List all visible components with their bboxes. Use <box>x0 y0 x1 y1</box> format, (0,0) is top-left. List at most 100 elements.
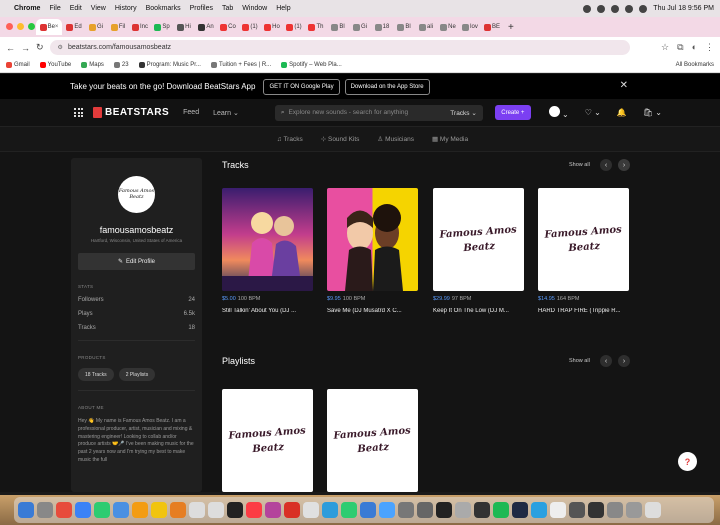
user-avatar[interactable]: ⌄ <box>548 106 569 119</box>
browser-tab[interactable]: Be × <box>36 19 62 35</box>
close-tab-icon[interactable]: × <box>55 24 59 30</box>
playlist-card[interactable]: Famous Amos Beatz <box>222 389 313 492</box>
profile-icon[interactable]: ◐ <box>692 42 697 53</box>
product-pill-tracks[interactable]: 18 Tracks <box>78 368 114 381</box>
dock-app-icon[interactable] <box>569 502 585 518</box>
playlist-card[interactable]: Famous Amos Beatz <box>327 389 418 492</box>
nav-learn[interactable]: Learn ⌄ <box>213 109 239 117</box>
track-cover-art[interactable] <box>327 188 418 291</box>
subnav-tracks[interactable]: ♫ Tracks <box>277 136 303 143</box>
product-pill-playlists[interactable]: 2 Playlists <box>118 368 156 381</box>
search-input[interactable]: ⌕ Explore new sounds - search for anythi… <box>274 104 483 121</box>
menu-bookmarks[interactable]: Bookmarks <box>146 5 181 12</box>
apps-grid-icon[interactable] <box>74 108 83 117</box>
back-icon[interactable]: ← <box>6 43 15 53</box>
dock-app-icon[interactable] <box>284 502 300 518</box>
google-play-badge[interactable]: GET IT ON Google Play <box>263 78 340 95</box>
dock-app-icon[interactable] <box>208 502 224 518</box>
status-menu-icon[interactable] <box>597 4 606 13</box>
nav-feed[interactable]: Feed <box>183 109 199 116</box>
browser-tab[interactable]: 18 <box>372 19 392 35</box>
extensions-icon[interactable]: ⧉ <box>677 42 683 53</box>
new-tab-button[interactable]: + <box>508 22 514 33</box>
dock-app-icon[interactable] <box>379 502 395 518</box>
app-store-badge[interactable]: Download on the App Store <box>344 78 430 95</box>
dock-app-icon[interactable] <box>645 502 661 518</box>
track-title[interactable]: Still Talkin' About You (DJ ... <box>222 308 313 314</box>
track-cover-art[interactable]: Famous Amos Beatz <box>538 188 629 291</box>
browser-tab[interactable]: Ho <box>262 19 282 35</box>
menu-edit[interactable]: Edit <box>70 5 82 12</box>
playlist-cover-art[interactable]: Famous Amos Beatz <box>222 389 313 492</box>
track-card[interactable]: Famous Amos Beatz $29.99 97 BPM Keep It On T… <box>433 188 524 314</box>
tracks-heading[interactable]: Tracks <box>222 160 249 170</box>
close-window-icon[interactable] <box>6 23 13 30</box>
dock-app-icon[interactable] <box>18 502 34 518</box>
subnav-musicians[interactable]: ♙ Musicians <box>377 135 414 143</box>
wifi-icon[interactable] <box>611 4 620 13</box>
notifications-icon[interactable]: 🔔 <box>617 108 627 117</box>
dock-app-icon[interactable] <box>75 502 91 518</box>
menu-app-name[interactable]: Chrome <box>14 5 40 12</box>
browser-tab[interactable]: An <box>196 19 216 35</box>
menu-view[interactable]: View <box>91 5 106 12</box>
bookmark-item[interactable]: Spotify – Web Pla... <box>281 62 342 68</box>
profile-avatar[interactable]: Famous Amos Beatz <box>118 176 155 213</box>
browser-tab[interactable]: Sp <box>152 19 172 35</box>
minimize-window-icon[interactable] <box>17 23 24 30</box>
subnav-my-media[interactable]: ▦ My Media <box>432 135 468 143</box>
track-price[interactable]: $5.00 <box>222 296 236 302</box>
create-button[interactable]: Create + <box>494 105 531 120</box>
dock-app-icon[interactable] <box>246 502 262 518</box>
dock-app-icon[interactable] <box>626 502 642 518</box>
playlists-heading[interactable]: Playlists <box>222 356 255 366</box>
browser-tab[interactable]: Bl <box>394 19 414 35</box>
browser-tab[interactable]: Bl <box>328 19 348 35</box>
browser-tab[interactable]: Inc <box>130 19 150 35</box>
dock-app-icon[interactable] <box>436 502 452 518</box>
close-icon[interactable]: ✕ <box>620 80 628 91</box>
track-price[interactable]: $14.95 <box>538 296 555 302</box>
browser-tab[interactable]: Hi <box>174 19 194 35</box>
dock-app-icon[interactable] <box>322 502 338 518</box>
tracks-show-all[interactable]: Show all <box>569 162 590 168</box>
edit-profile-button[interactable]: ✎ Edit Profile <box>78 253 195 270</box>
forward-icon[interactable]: → <box>21 43 30 53</box>
menu-help[interactable]: Help <box>276 5 290 12</box>
zoom-window-icon[interactable] <box>28 23 35 30</box>
menu-tab[interactable]: Tab <box>222 5 233 12</box>
reload-icon[interactable]: ↻ <box>36 42 44 53</box>
dock-app-icon[interactable] <box>170 502 186 518</box>
playlists-show-all[interactable]: Show all <box>569 358 590 364</box>
bookmark-item[interactable]: Program: Music Pr... <box>138 62 201 68</box>
beatstars-logo[interactable]: BEATSTARS <box>93 107 169 118</box>
dock-app-icon[interactable] <box>550 502 566 518</box>
track-title[interactable]: Keep It On The Low (DJ M... <box>433 308 524 314</box>
menu-window[interactable]: Window <box>242 5 267 12</box>
dock-app-icon[interactable] <box>341 502 357 518</box>
browser-tab[interactable]: Gi <box>86 19 106 35</box>
bookmark-item[interactable]: Maps <box>81 62 104 68</box>
search-icon[interactable] <box>625 4 634 13</box>
browser-tab[interactable]: Fil <box>108 19 128 35</box>
bookmark-item[interactable]: YouTube <box>39 62 71 68</box>
bookmark-item[interactable]: Tuition + Fees | R... <box>210 62 271 68</box>
menu-file[interactable]: File <box>49 5 60 12</box>
browser-tab[interactable]: BE <box>482 19 502 35</box>
dock-app-icon[interactable] <box>56 502 72 518</box>
dock-app-icon[interactable] <box>417 502 433 518</box>
track-cover-art[interactable]: Famous Amos Beatz <box>433 188 524 291</box>
track-cover-art[interactable] <box>222 188 313 291</box>
more-menu-icon[interactable]: ⋮ <box>705 42 714 53</box>
cart-icon[interactable]: 🛍 ⌄ <box>643 108 662 117</box>
search-category-select[interactable]: Tracks ⌄ <box>450 109 477 117</box>
clock[interactable]: Thu Jul 18 9:56 PM <box>653 5 714 12</box>
track-price[interactable]: $29.99 <box>433 296 450 302</box>
dock-app-icon[interactable] <box>265 502 281 518</box>
track-card[interactable]: $5.00 100 BPM Still Talkin' About You (DJ … <box>222 188 313 314</box>
dock-app-icon[interactable] <box>588 502 604 518</box>
site-info-icon[interactable]: ⚙ <box>58 44 63 51</box>
tracks-prev-button[interactable]: ‹ <box>600 159 612 171</box>
playlist-cover-art[interactable]: Famous Amos Beatz <box>327 389 418 492</box>
playlists-prev-button[interactable]: ‹ <box>600 355 612 367</box>
